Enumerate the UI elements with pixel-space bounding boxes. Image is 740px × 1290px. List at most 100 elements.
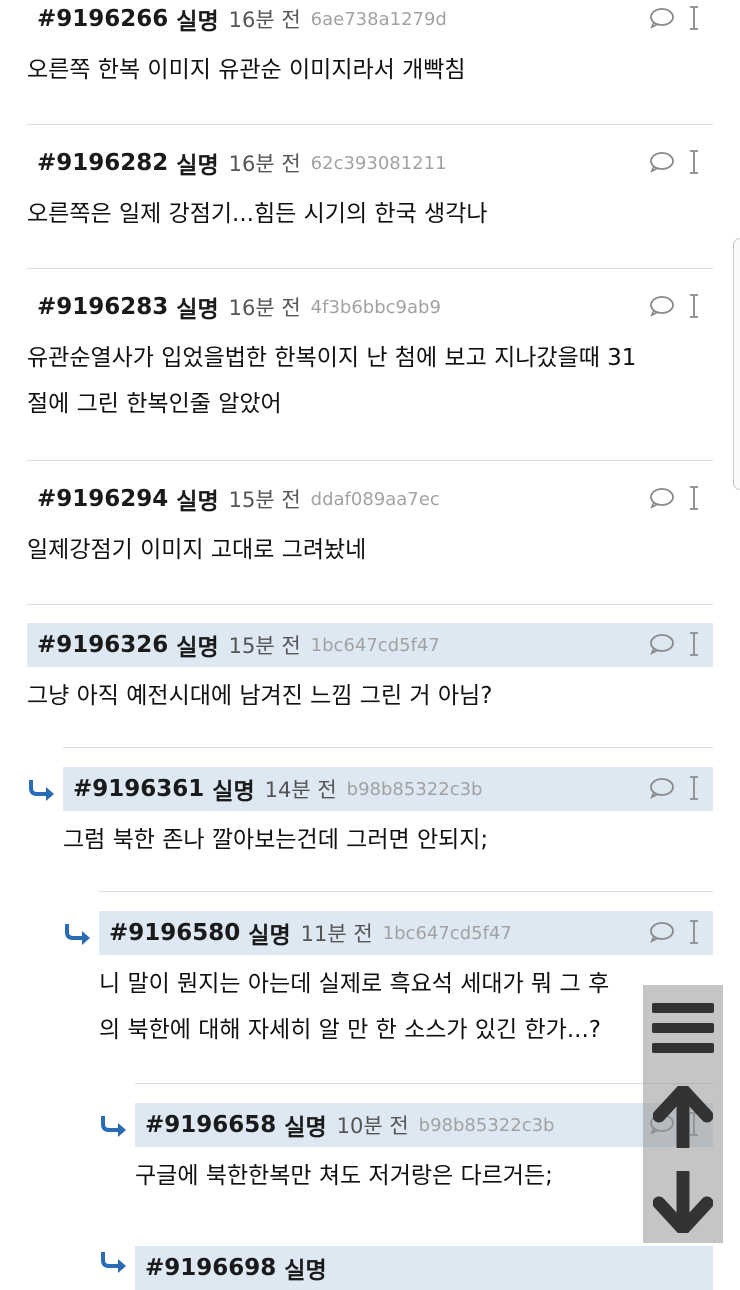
comment-number[interactable]: #9196294 xyxy=(37,486,168,512)
hamburger-menu-icon xyxy=(652,1003,714,1053)
comment-header: #9196266 실명 16분 전 6ae738a1279d xyxy=(27,0,713,41)
comment-header: #9196658 실명 10분 전 b98b85322c3b xyxy=(135,1103,713,1147)
comment-time: 10분 전 xyxy=(336,1114,409,1138)
scroll-down-button[interactable] xyxy=(643,1163,723,1241)
comment: #9196361 실명 14분 전 b98b85322c3b 그럼 북한 존나 … xyxy=(63,767,713,863)
comment: #9196580 실명 11분 전 1bc647cd5f47 니 말이 뭔지는 … xyxy=(99,911,713,1053)
speech-bubble-icon[interactable] xyxy=(649,777,675,799)
comment-hash: 6ae738a1279d xyxy=(310,8,447,30)
text-cursor-icon[interactable] xyxy=(687,919,701,945)
comment-text-line: 그럼 북한 존나 깔아보는건데 그러면 안되지; xyxy=(63,827,489,853)
comment-time: 16분 전 xyxy=(228,296,301,320)
comment-hash: ddaf089aa7ec xyxy=(310,488,440,510)
comment: #9196266 실명 16분 전 6ae738a1279d 오른쪽 한복 이미… xyxy=(27,0,713,93)
comment-author: 실명 xyxy=(176,635,219,661)
speech-bubble-icon[interactable] xyxy=(649,487,675,509)
comment-number[interactable]: #9196698 xyxy=(145,1255,276,1281)
comment-body: 유관순열사가 입었을법한 한복이지 난 첨에 보고 지나갔을때 31 절에 그린… xyxy=(27,335,713,427)
comment-hash: 1bc647cd5f47 xyxy=(310,634,440,656)
comment-body: 그럼 북한 존나 깔아보는건데 그러면 안되지; xyxy=(63,817,713,863)
text-cursor-icon[interactable] xyxy=(687,631,701,657)
comment-time: 16분 전 xyxy=(228,8,301,32)
comment-number[interactable]: #9196283 xyxy=(37,294,168,320)
comment-header: #9196282 실명 16분 전 62c393081211 xyxy=(27,141,713,185)
comment-text-line: 오른쪽은 일제 강점기...힘든 시기의 한국 생각나 xyxy=(27,201,488,227)
menu-button[interactable] xyxy=(643,989,723,1067)
floating-nav-panel xyxy=(643,985,723,1243)
comment-time: 16분 전 xyxy=(228,152,301,176)
comment-number[interactable]: #9196658 xyxy=(145,1112,276,1138)
comment-header: #9196361 실명 14분 전 b98b85322c3b xyxy=(63,767,713,811)
text-cursor-icon[interactable] xyxy=(687,293,701,319)
comment-author: 실명 xyxy=(176,153,219,179)
comment-author: 실명 xyxy=(284,1258,327,1284)
speech-bubble-icon[interactable] xyxy=(649,633,675,655)
speech-bubble-icon[interactable] xyxy=(649,295,675,317)
comment: #9196658 실명 10분 전 b98b85322c3b 구글에 북한한복만… xyxy=(135,1103,713,1199)
separator xyxy=(27,460,713,461)
separator xyxy=(27,124,713,125)
comment-number[interactable]: #9196326 xyxy=(37,632,168,658)
text-cursor-icon[interactable] xyxy=(687,5,701,31)
separator xyxy=(27,268,713,269)
comment-author: 실명 xyxy=(248,923,291,949)
comment-number[interactable]: #9196580 xyxy=(109,920,240,946)
comment-time: 15분 전 xyxy=(228,634,301,658)
comment-time: 15분 전 xyxy=(228,488,301,512)
speech-bubble-icon[interactable] xyxy=(649,7,675,29)
comment-text-line: 니 말이 뭔지는 아는데 실제로 흑요석 세대가 뭐 그 후 xyxy=(99,971,610,997)
reply-arrow-icon xyxy=(29,780,54,801)
comment: #9196282 실명 16분 전 62c393081211 오른쪽은 일제 강… xyxy=(27,141,713,237)
comment-body: 니 말이 뭔지는 아는데 실제로 흑요석 세대가 뭐 그 후 의 북한에 대해 … xyxy=(99,961,713,1053)
comment-header: #9196283 실명 16분 전 4f3b6bbc9ab9 xyxy=(27,285,713,329)
comment-text-line: 일제강점기 이미지 고대로 그려놨네 xyxy=(27,537,367,563)
arrow-up-icon xyxy=(653,1086,713,1148)
comment-hash: b98b85322c3b xyxy=(418,1114,555,1136)
comment-text-line: 절에 그린 한복인줄 알았어 xyxy=(27,391,282,417)
comment-header: #9196580 실명 11분 전 1bc647cd5f47 xyxy=(99,911,713,955)
separator xyxy=(63,747,713,748)
comment-author: 실명 xyxy=(212,779,255,805)
comment-number[interactable]: #9196282 xyxy=(37,150,168,176)
comment-body: 오른쪽 한복 이미지 유관순 이미지라서 개빡침 xyxy=(27,47,713,93)
text-cursor-icon[interactable] xyxy=(687,149,701,175)
scroll-up-button[interactable] xyxy=(643,1077,723,1157)
separator xyxy=(27,604,713,605)
comment-hash: 1bc647cd5f47 xyxy=(382,922,512,944)
comment-author: 실명 xyxy=(176,9,219,35)
speech-bubble-icon[interactable] xyxy=(649,921,675,943)
comment-text-line: 오른쪽 한복 이미지 유관순 이미지라서 개빡침 xyxy=(27,57,466,83)
reply-arrow-icon xyxy=(101,1252,126,1273)
comment-hash: 62c393081211 xyxy=(310,152,447,174)
comment-body: 구글에 북한한복만 쳐도 저거랑은 다르거든; xyxy=(135,1153,713,1199)
comment: #9196326 실명 15분 전 1bc647cd5f47 그냥 아직 예전시… xyxy=(27,623,713,719)
comment-time: 11분 전 xyxy=(300,922,373,946)
reply-arrow-icon xyxy=(65,924,90,945)
text-cursor-icon[interactable] xyxy=(687,485,701,511)
comment-hash: b98b85322c3b xyxy=(346,778,483,800)
comment-text-line: 유관순열사가 입었을법한 한복이지 난 첨에 보고 지나갔을때 31 xyxy=(27,345,637,371)
comment-number[interactable]: #9196361 xyxy=(73,776,204,802)
comment: #9196294 실명 15분 전 ddaf089aa7ec 일제강점기 이미지… xyxy=(27,477,713,573)
comment-hash: 4f3b6bbc9ab9 xyxy=(310,296,441,318)
comment-text-line: 그냥 아직 예전시대에 남겨진 느낌 그린 거 아님? xyxy=(27,683,493,709)
arrow-down-icon xyxy=(653,1171,713,1233)
comment-header: #9196294 실명 15분 전 ddaf089aa7ec xyxy=(27,477,713,521)
comment-number[interactable]: #9196266 xyxy=(37,6,168,32)
comment: #9196283 실명 16분 전 4f3b6bbc9ab9 유관순열사가 입었… xyxy=(27,285,713,427)
separator xyxy=(99,891,713,892)
text-cursor-icon[interactable] xyxy=(687,775,701,801)
comment-author: 실명 xyxy=(284,1115,327,1141)
comment-author: 실명 xyxy=(176,297,219,323)
comment-time: 14분 전 xyxy=(264,778,337,802)
speech-bubble-icon[interactable] xyxy=(649,151,675,173)
comment-text-line: 의 북한에 대해 자세히 알 만 한 소스가 있긴 한가...? xyxy=(99,1017,601,1043)
comment-body: 일제강점기 이미지 고대로 그려놨네 xyxy=(27,527,713,573)
separator xyxy=(135,1083,713,1084)
comment-author: 실명 xyxy=(176,489,219,515)
comment-text-line: 구글에 북한한복만 쳐도 저거랑은 다르거든; xyxy=(135,1163,553,1189)
comment-header: #9196326 실명 15분 전 1bc647cd5f47 xyxy=(27,623,713,667)
comment: #9196698 실명 xyxy=(135,1246,713,1290)
comment-header: #9196698 실명 xyxy=(135,1246,713,1290)
scroll-handle[interactable] xyxy=(733,238,740,490)
